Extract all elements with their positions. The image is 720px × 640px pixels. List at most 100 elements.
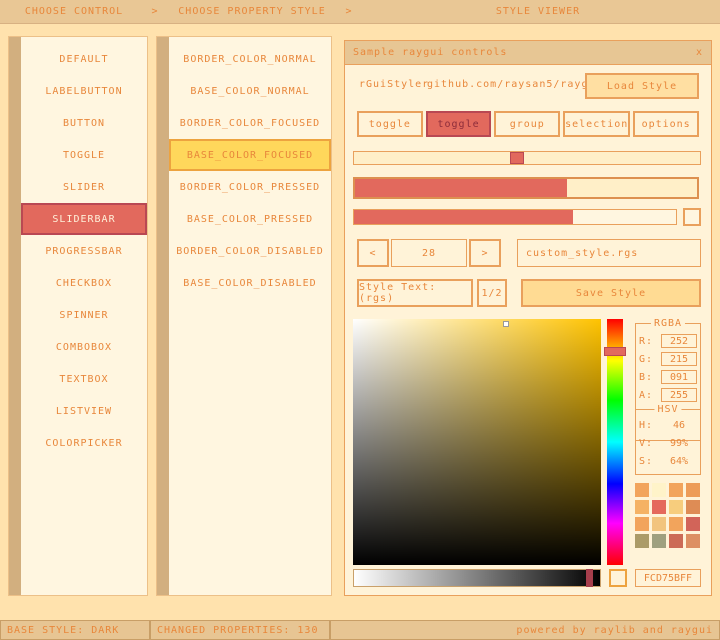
palette-swatch[interactable] [686,483,700,497]
repo-link[interactable]: github.com/raysan5/raygui [427,79,603,90]
step-style-viewer: STYLE VIEWER [356,0,720,23]
progressbar-fill [354,210,573,224]
list-item-base-color-pressed[interactable]: BASE_COLOR_PRESSED [169,203,331,235]
rgba-row-b: B: 091 [636,368,700,386]
hsv-row-h: H: 46 [636,416,700,434]
list-item-button[interactable]: BUTTON [21,107,147,139]
list-item-listview[interactable]: LISTVIEW [21,395,147,427]
sample-checkbox[interactable] [683,208,701,226]
filename-textbox[interactable]: custom_style.rgs [517,239,701,267]
h-value: 46 [661,418,697,432]
page-indicator-button[interactable]: 1/2 [477,279,507,307]
status-base-style: BASE STYLE: DARK [0,620,150,640]
hue-bar-handle[interactable] [604,347,626,356]
color-saturation-value-picker[interactable] [353,319,601,565]
palette-swatch[interactable] [635,517,649,531]
sample-slider[interactable] [353,151,701,165]
list-item-colorpicker[interactable]: COLORPICKER [21,427,147,459]
list-item-labelbutton[interactable]: LABELBUTTON [21,75,147,107]
palette-swatch[interactable] [669,483,683,497]
list-item-border-color-pressed[interactable]: BORDER_COLOR_PRESSED [169,171,331,203]
status-changed-properties: CHANGED PROPERTIES: 130 [150,620,330,640]
palette-swatch[interactable] [669,534,683,548]
b-value: 091 [661,370,697,384]
list-item-toggle[interactable]: TOGGLE [21,139,147,171]
rgba-label: RGBA [651,318,685,329]
palette-swatch[interactable] [635,483,649,497]
list-item-progressbar[interactable]: PROGRESSBAR [21,235,147,267]
s-value: 64% [661,454,697,468]
properties-list-scrollbar[interactable] [157,37,169,595]
properties-list: BORDER_COLOR_NORMAL BASE_COLOR_NORMAL BO… [169,43,331,299]
spinner-increment-button[interactable]: > [469,239,501,267]
hsv-label: HSV [654,404,681,415]
bottom-status-bar: BASE STYLE: DARK CHANGED PROPERTIES: 130… [0,620,720,640]
toggle-button-selection[interactable]: selection [563,111,630,137]
list-item-sliderbar-selected[interactable]: SLIDERBAR [21,203,147,235]
palette-swatch[interactable] [686,517,700,531]
rgba-row-a: A: 255 [636,386,700,404]
palette-swatch[interactable] [652,534,666,548]
controls-list-scrollbar[interactable] [9,37,21,595]
slider-handle[interactable] [510,152,524,164]
top-status-bar: CHOOSE CONTROL > CHOOSE PROPERTY STYLE >… [0,0,720,24]
list-item-textbox[interactable]: TEXTBOX [21,363,147,395]
grayscale-slider-handle[interactable] [586,569,593,587]
s-label: S: [639,456,653,467]
list-item-base-color-focused-selected[interactable]: BASE_COLOR_FOCUSED [169,139,331,171]
palette-swatch[interactable] [652,483,666,497]
controls-list-panel: DEFAULT LABELBUTTON BUTTON TOGGLE SLIDER… [8,36,148,596]
v-value: 99% [661,436,697,450]
toggle-button-1[interactable]: toggle [357,111,423,137]
list-item-combobox[interactable]: COMBOBOX [21,331,147,363]
step-choose-control: CHOOSE CONTROL [0,0,148,23]
list-item-checkbox[interactable]: CHECKBOX [21,267,147,299]
save-style-button[interactable]: Save Style [521,279,701,307]
sample-controls-window: Sample raygui controls x rGuiStyler gith… [344,40,712,596]
a-value: 255 [661,388,697,402]
status-credits: powered by raylib and raygui [330,620,720,640]
toggle-button-2-active[interactable]: toggle [426,111,492,137]
toggle-button-options[interactable]: options [633,111,699,137]
sample-sliderbar[interactable] [353,177,699,199]
toggle-button-group[interactable]: group [494,111,560,137]
b-label: B: [639,372,653,383]
list-item-border-color-normal[interactable]: BORDER_COLOR_NORMAL [169,43,331,75]
list-item-slider[interactable]: SLIDER [21,171,147,203]
step-choose-property-style: CHOOSE PROPERTY STYLE [162,0,342,23]
palette-swatch[interactable] [686,534,700,548]
palette-swatch[interactable] [686,500,700,514]
spinner-decrement-button[interactable]: < [357,239,389,267]
list-item-default[interactable]: DEFAULT [21,43,147,75]
sliderbar-fill [355,179,567,197]
chevron-right-icon: > [342,6,356,17]
chevron-right-icon: > [148,6,162,17]
palette-swatch[interactable] [652,500,666,514]
close-icon[interactable]: x [696,47,703,58]
list-item-border-color-focused[interactable]: BORDER_COLOR_FOCUSED [169,107,331,139]
list-item-spinner[interactable]: SPINNER [21,299,147,331]
palette-swatch[interactable] [669,517,683,531]
palette-swatch[interactable] [652,517,666,531]
v-label: V: [639,438,653,449]
list-item-base-color-normal[interactable]: BASE_COLOR_NORMAL [169,75,331,107]
list-item-base-color-disabled[interactable]: BASE_COLOR_DISABLED [169,267,331,299]
load-style-button[interactable]: Load Style [585,73,699,99]
palette-swatch[interactable] [669,500,683,514]
window-titlebar[interactable]: Sample raygui controls x [345,41,711,65]
palette-swatch[interactable] [635,500,649,514]
app-name-label: rGuiStyler [359,79,429,90]
list-item-border-color-disabled[interactable]: BORDER_COLOR_DISABLED [169,235,331,267]
palette-swatch[interactable] [635,534,649,548]
hsv-row-s: S: 64% [636,452,700,470]
color-picker-marker[interactable] [503,321,509,327]
r-label: R: [639,336,653,347]
style-text-button[interactable]: Style Text: (rgs) [357,279,473,307]
a-label: A: [639,390,653,401]
sample-progressbar [353,209,677,225]
hex-color-textbox[interactable]: FCD75BFF [635,569,701,587]
spinner-value[interactable]: 28 [391,239,467,267]
g-label: G: [639,354,653,365]
current-color-swatch[interactable] [609,569,627,587]
grayscale-slider[interactable] [353,569,601,587]
